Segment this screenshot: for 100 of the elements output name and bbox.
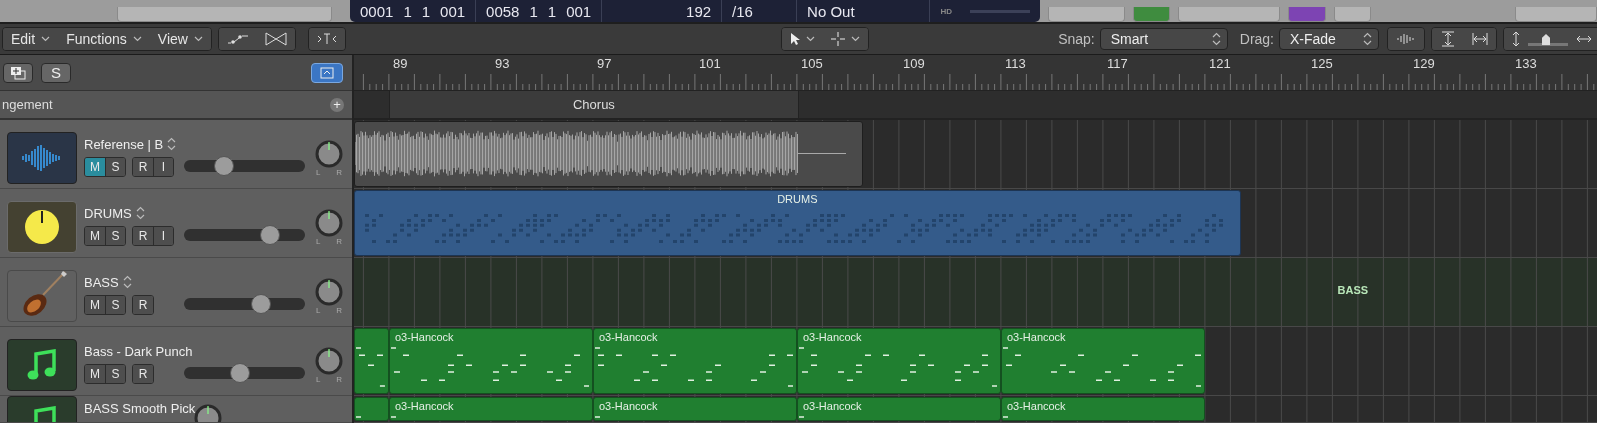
midi-region[interactable]: o3-Hancock — [388, 328, 593, 394]
midi-region[interactable]: o3-Hancock — [592, 328, 797, 394]
track-toggle-button[interactable]: R — [133, 227, 153, 245]
position-value: 001 — [440, 2, 466, 20]
midi-region[interactable]: o3-Hancock — [796, 397, 1001, 421]
region-label: o3-Hancock — [802, 400, 862, 412]
pan-knob[interactable] — [315, 209, 343, 237]
position-value: 0001 — [360, 2, 394, 20]
track-name: Referense | B — [84, 136, 164, 152]
region-label: o3-Hancock — [394, 400, 454, 412]
window-icon — [320, 66, 334, 79]
region-label: o3-Hancock — [1006, 400, 1066, 412]
midi-region[interactable]: o3-Hancock — [796, 328, 1001, 394]
chevron-icon — [41, 36, 51, 42]
track-icon-tile[interactable] — [7, 339, 77, 391]
new-track-button[interactable] — [3, 62, 33, 83]
output-value: No Out — [807, 2, 855, 20]
vertical-fit-icon — [1440, 31, 1456, 47]
up-down-chevron-icon — [167, 137, 177, 151]
track-name: BASS Smooth Pick — [84, 400, 196, 416]
snap-dropdown[interactable]: Smart — [1099, 28, 1228, 50]
track-toggle-button[interactable]: R — [133, 365, 153, 383]
bar-number: 89 — [391, 56, 408, 71]
level-meter — [970, 9, 1030, 13]
track-toggle-button[interactable]: M — [85, 227, 105, 245]
pointer-icon — [789, 32, 800, 46]
signature-value: /16 — [732, 2, 753, 20]
track-toggle-button[interactable]: I — [153, 158, 173, 176]
hd-label: HD — [940, 6, 952, 16]
track-icon-tile[interactable] — [7, 270, 77, 322]
midi-notes-drawing — [355, 347, 386, 387]
pan-knob[interactable] — [315, 278, 343, 306]
add-marker-button[interactable]: + — [330, 97, 344, 112]
chevron-icon — [850, 36, 860, 42]
pan-right-label: R — [336, 168, 342, 177]
add-track-icon — [10, 65, 26, 80]
catch-playhead-button[interactable] — [311, 62, 343, 83]
audio-region[interactable] — [354, 121, 864, 187]
chevron-icon — [132, 36, 142, 42]
up-down-chevron-icon — [1363, 32, 1372, 46]
pan-right-label: R — [336, 306, 342, 315]
pan-knob[interactable] — [315, 347, 343, 375]
position-value: 1 — [529, 2, 538, 20]
volume-thumb[interactable] — [213, 156, 234, 176]
volume-thumb[interactable] — [229, 363, 250, 383]
bar-ruler[interactable]: 89 93 97 101 105 109 113 117 121 125 129 133 — [354, 55, 1597, 91]
bar-number: 93 — [493, 56, 510, 71]
volume-thumb[interactable] — [251, 294, 272, 314]
midi-region[interactable]: o3-Hancock — [1000, 328, 1205, 394]
drummer-region[interactable]: DRUMS — [354, 190, 1241, 256]
up-down-chevron-icon — [135, 206, 145, 220]
midi-region[interactable]: o3-Hancock — [1000, 397, 1205, 421]
track-toggle-button[interactable]: S — [105, 227, 125, 245]
track-toggle-button[interactable]: M — [85, 365, 105, 383]
track-toggle-button[interactable]: M — [85, 296, 105, 314]
volume-thumb[interactable] — [259, 225, 280, 245]
drag-label: Drag: — [1239, 31, 1274, 47]
track-toggle-button[interactable]: S — [105, 158, 125, 176]
midi-region[interactable]: o3-Hancock — [592, 397, 797, 421]
track-toggle-button[interactable]: R — [133, 296, 153, 314]
position-value: 1 — [547, 2, 557, 20]
position-value: 1 — [403, 2, 412, 20]
pan-right-label: R — [336, 375, 342, 384]
region-label: DRUMS — [776, 193, 819, 205]
region-label: o3-Hancock — [598, 400, 658, 412]
arrangement-label: ngement — [2, 97, 53, 112]
vertical-arrow-icon — [1512, 31, 1520, 47]
up-down-chevron-icon — [1211, 32, 1221, 46]
track-toggle-button[interactable]: S — [105, 365, 125, 383]
track-name: Bass - Dark Punch — [84, 343, 193, 359]
arrangement-marker[interactable]: Chorus — [388, 91, 799, 118]
track-toggle-button[interactable]: S — [105, 296, 125, 314]
snap-label: Snap: — [1058, 31, 1095, 47]
midi-region[interactable] — [354, 328, 389, 394]
drag-dropdown[interactable]: X-Fade — [1279, 28, 1379, 50]
curve-points-icon — [226, 33, 249, 45]
pan-knob[interactable] — [315, 140, 343, 168]
region-label: o3-Hancock — [598, 331, 658, 343]
music-note-icon — [27, 349, 57, 381]
track-icon-tile[interactable] — [7, 201, 77, 253]
bar-number: 109 — [901, 56, 925, 71]
catch-icon — [316, 33, 337, 45]
bar-number: 121 — [1207, 56, 1231, 71]
track-name: BASS — [84, 274, 119, 290]
track-toggle-button[interactable]: R — [133, 158, 153, 176]
chevron-icon — [193, 36, 203, 42]
midi-region[interactable]: o3-Hancock — [388, 397, 593, 421]
waveform-zoom-button[interactable] — [1388, 28, 1424, 50]
folder-track-label: BASS — [1337, 284, 1369, 296]
horizontal-fit-icon — [1472, 31, 1488, 47]
region-label: o3-Hancock — [1006, 331, 1066, 343]
track-icon-tile[interactable] — [7, 132, 77, 184]
global-tracks-button[interactable]: S — [41, 62, 71, 83]
bar-number: 125 — [1309, 56, 1333, 71]
track-toggle-button[interactable]: I — [153, 227, 173, 245]
zoom-slider-thumb[interactable] — [1542, 34, 1550, 45]
dial-icon — [23, 208, 61, 246]
catch-button[interactable] — [308, 28, 345, 50]
region-label: o3-Hancock — [802, 331, 862, 343]
region-label: o3-Hancock — [394, 331, 454, 343]
